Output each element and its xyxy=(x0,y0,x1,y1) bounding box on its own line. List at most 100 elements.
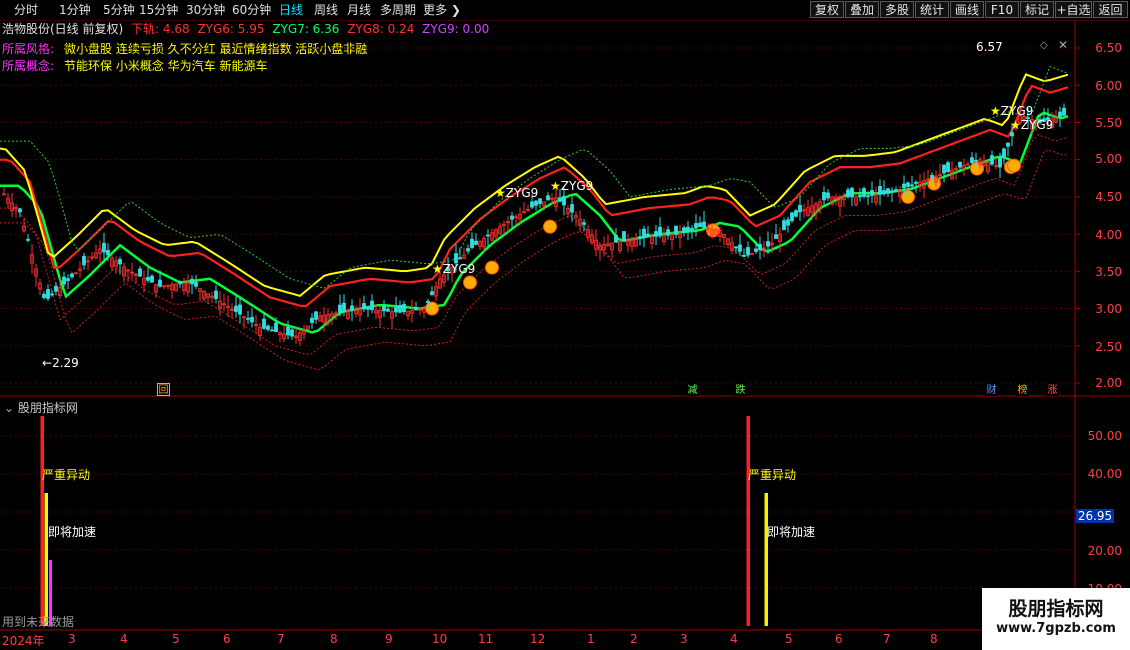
event-marker[interactable]: 跌 xyxy=(734,383,747,396)
tab-weekly[interactable]: 周线 xyxy=(314,2,338,18)
candle-body xyxy=(978,159,982,166)
candle-body xyxy=(82,256,86,266)
ma-green-line xyxy=(0,111,1069,334)
tab-daily[interactable]: 日线 xyxy=(279,2,303,18)
watermark-title: 股朋指标网 xyxy=(1008,598,1104,620)
candle-body xyxy=(890,190,894,193)
event-marker[interactable]: 涨 xyxy=(1046,383,1059,396)
lower-axis-20: 20.00 xyxy=(1087,544,1122,558)
candle-body xyxy=(766,241,770,247)
candle-body xyxy=(902,183,906,189)
candle-body xyxy=(834,196,838,200)
candle-body xyxy=(606,243,610,247)
tab-more[interactable]: 更多 ❯ xyxy=(423,2,461,18)
candle-body xyxy=(1002,148,1006,158)
candle-body xyxy=(122,266,126,277)
event-marker[interactable]: 榜 xyxy=(1016,383,1029,396)
candle-body xyxy=(434,286,438,297)
tab-30min[interactable]: 30分钟 xyxy=(186,2,225,18)
candle-body xyxy=(994,165,998,168)
candle-body xyxy=(370,300,374,311)
candle-body xyxy=(842,196,846,200)
candle-body xyxy=(166,284,170,287)
candle-body xyxy=(922,180,926,189)
event-marker[interactable]: 财 xyxy=(985,383,998,396)
candle-body xyxy=(610,242,614,251)
back-button[interactable]: 返回 xyxy=(1093,1,1128,18)
tab-1min[interactable]: 1分钟 xyxy=(59,2,91,18)
mark-button[interactable]: 标记 xyxy=(1020,1,1054,18)
price-chart[interactable] xyxy=(0,0,1130,650)
zyg9-signal: ★ZYG9 xyxy=(432,262,475,276)
candle-body xyxy=(866,195,870,198)
collapse-icon[interactable]: ⌄ xyxy=(4,401,14,415)
candle-body xyxy=(110,257,114,268)
month-label: 4 xyxy=(730,632,738,646)
candle-body xyxy=(294,335,298,338)
candle-body xyxy=(886,188,890,194)
candle-body xyxy=(642,228,646,238)
axis-label-300: 3.00 xyxy=(1095,302,1122,316)
month-label: 12 xyxy=(530,632,546,646)
overlay-button[interactable]: 叠加 xyxy=(845,1,879,18)
candle-body xyxy=(358,308,362,316)
tab-multi-period[interactable]: 多周期 xyxy=(380,2,416,18)
tab-fenshi[interactable]: 分时 xyxy=(14,2,38,18)
candle-body xyxy=(850,187,854,198)
close-icon[interactable]: ✕ xyxy=(1058,38,1068,52)
candle-body xyxy=(918,181,922,187)
tab-60min[interactable]: 60分钟 xyxy=(232,2,271,18)
candle-body xyxy=(658,226,662,237)
tab-15min[interactable]: 15分钟 xyxy=(139,2,178,18)
legend-zyg6-label: ZYG6: xyxy=(197,22,234,36)
legend-lower-rail: 下轨: 4.68 xyxy=(131,22,190,36)
f10-button[interactable]: F10 xyxy=(985,1,1019,18)
month-label: 10 xyxy=(432,632,448,646)
candle-body xyxy=(302,328,306,335)
candle-body xyxy=(394,306,398,313)
candle-body xyxy=(290,329,294,337)
event-marker[interactable]: 减 xyxy=(686,383,699,396)
tab-5min[interactable]: 5分钟 xyxy=(103,2,135,18)
candle-body xyxy=(338,304,342,313)
candle-body xyxy=(262,318,266,329)
candle-body xyxy=(50,293,54,296)
candle-body xyxy=(638,236,642,239)
candle-body xyxy=(186,282,190,293)
multi-stock-button[interactable]: 多股 xyxy=(880,1,914,18)
candle-body xyxy=(846,189,850,198)
candle-body xyxy=(634,238,638,247)
candle-body xyxy=(686,226,690,232)
upper-dotted-line xyxy=(0,65,1069,289)
draw-line-button[interactable]: 画线 xyxy=(950,1,984,18)
candle-body xyxy=(742,254,746,257)
candle-body xyxy=(958,161,962,168)
month-label: 6 xyxy=(223,632,231,646)
axis-label-450: 4.50 xyxy=(1095,190,1122,204)
month-label: 8 xyxy=(930,632,938,646)
settings-diamond-icon[interactable]: ◇ xyxy=(1040,40,1048,51)
candle-body xyxy=(698,222,702,228)
add-watchlist-button[interactable]: +自选 xyxy=(1055,1,1092,18)
candle-body xyxy=(582,222,586,225)
tab-monthly[interactable]: 月线 xyxy=(347,2,371,18)
candle-body xyxy=(134,273,138,276)
axis-label-250: 2.50 xyxy=(1095,340,1122,354)
restore-rights-button[interactable]: 复权 xyxy=(810,1,844,18)
candle-body xyxy=(1062,107,1066,116)
candle-body xyxy=(214,290,218,300)
candle-body xyxy=(102,242,106,253)
month-label: 8 xyxy=(330,632,338,646)
candle-body xyxy=(858,195,862,198)
lower-current-value: 26.95 xyxy=(1076,509,1114,523)
event-marker[interactable]: 回 xyxy=(157,383,170,396)
legend-zyg9-value: 0.00 xyxy=(462,22,490,36)
candle-body xyxy=(222,303,226,306)
candle-body xyxy=(18,208,22,213)
candle-body xyxy=(430,291,434,296)
candle-body xyxy=(654,231,658,237)
star-icon: ★ xyxy=(550,179,561,193)
statistics-button[interactable]: 统计 xyxy=(915,1,949,18)
candle-body xyxy=(666,229,670,236)
severe-alert-label: 严重异动 xyxy=(748,468,797,482)
